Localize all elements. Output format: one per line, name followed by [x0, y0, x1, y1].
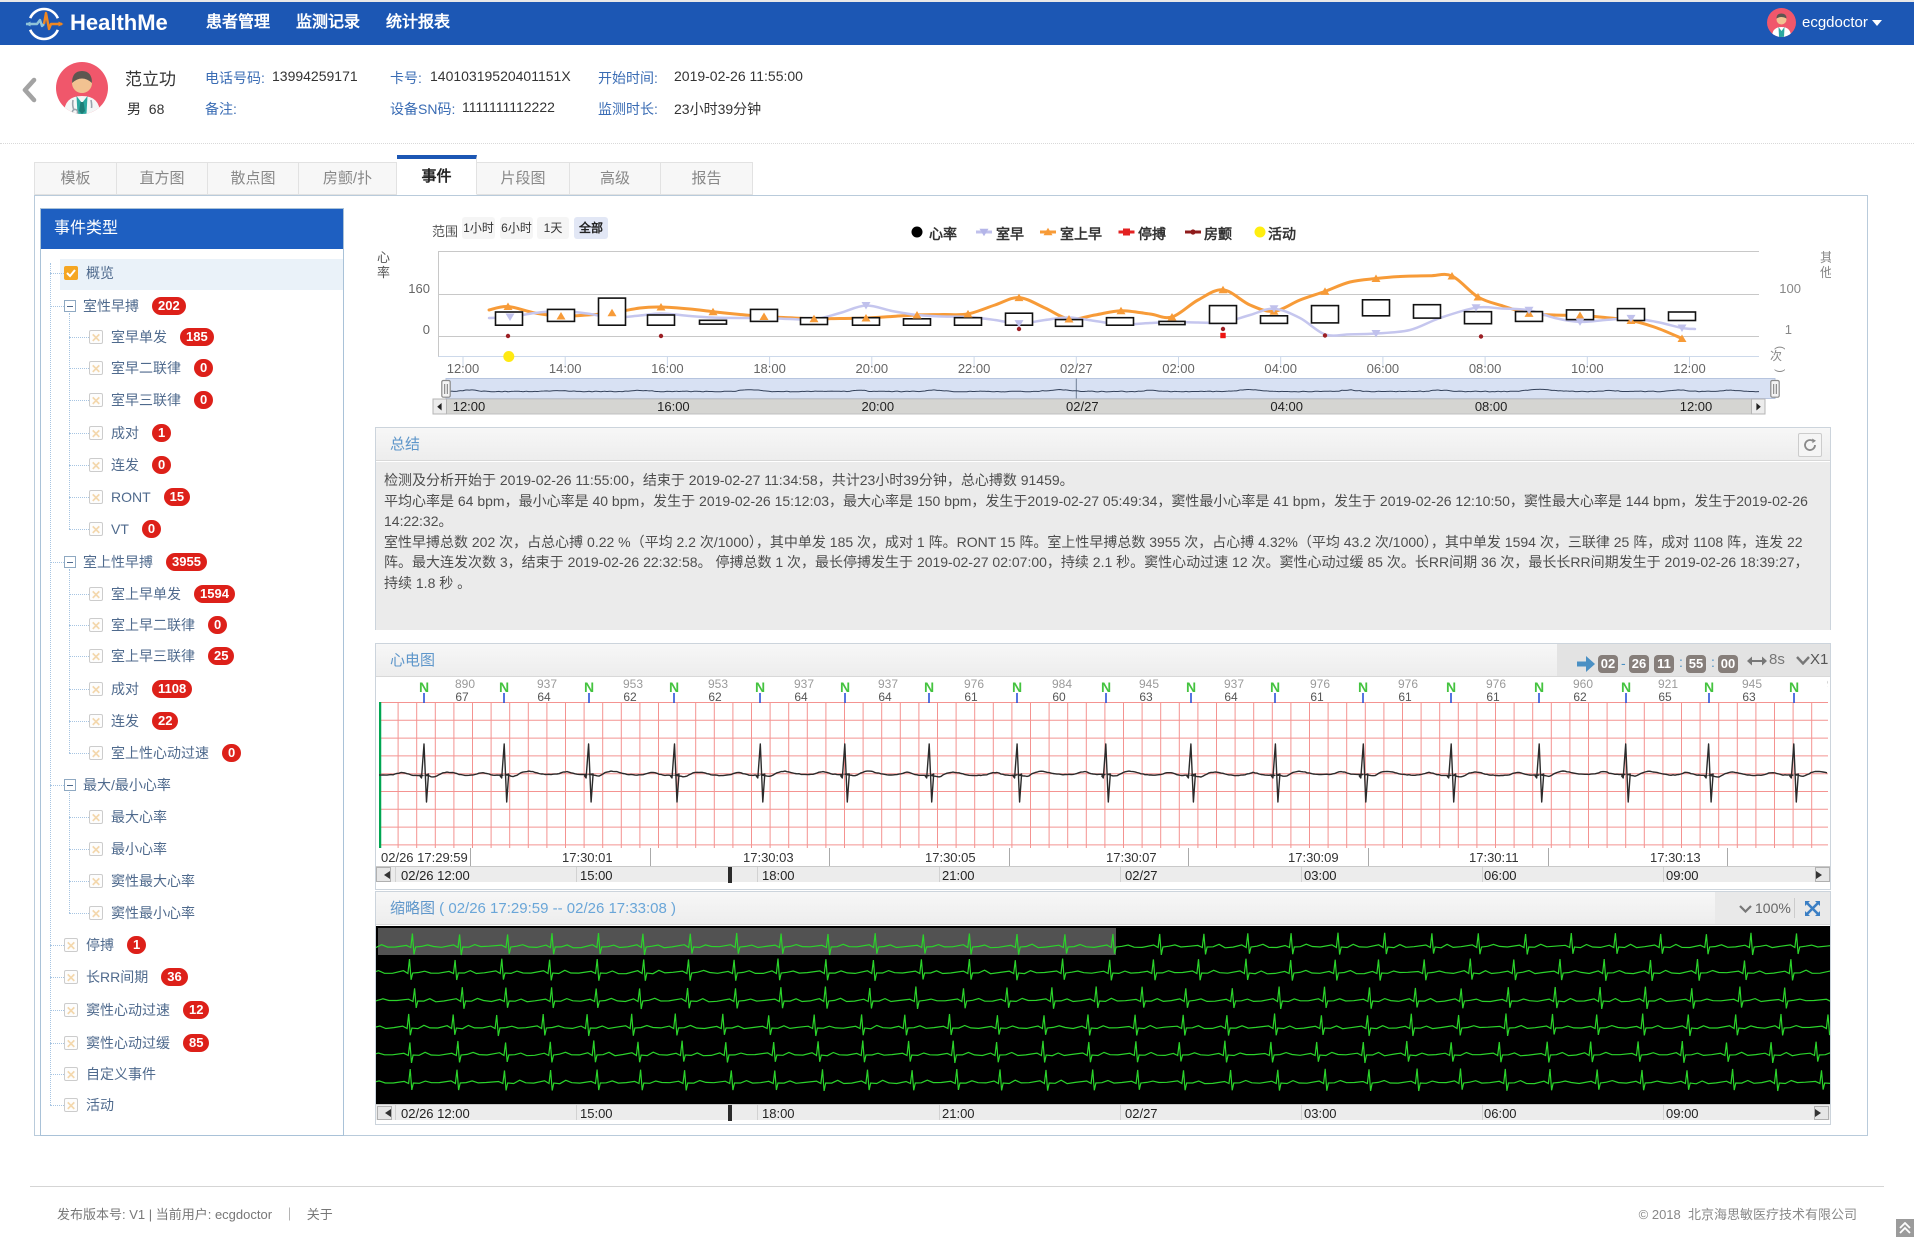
svg-text:61: 61	[1486, 690, 1500, 704]
svg-text:06:00: 06:00	[1367, 361, 1400, 376]
svg-text:953: 953	[623, 677, 643, 691]
svg-text:61: 61	[964, 690, 978, 704]
svg-text:60: 60	[1052, 690, 1066, 704]
svg-text:14:00: 14:00	[549, 361, 582, 376]
svg-text:976: 976	[1398, 677, 1418, 691]
svg-text:22:00: 22:00	[958, 361, 991, 376]
svg-text:16:00: 16:00	[651, 361, 684, 376]
svg-text:937: 937	[1224, 677, 1244, 691]
svg-text:945: 945	[1139, 677, 1159, 691]
svg-text:921: 921	[1658, 677, 1678, 691]
svg-text:64: 64	[878, 690, 892, 704]
svg-text:953: 953	[708, 677, 728, 691]
svg-text:12:00: 12:00	[1680, 399, 1713, 414]
svg-text:62: 62	[623, 690, 637, 704]
svg-text:率: 率	[377, 265, 390, 280]
svg-text:N: N	[1621, 679, 1631, 695]
svg-text:18:00: 18:00	[753, 361, 786, 376]
svg-text:12:00: 12:00	[1673, 361, 1706, 376]
svg-text:N: N	[1534, 679, 1544, 695]
svg-text:945: 945	[1742, 677, 1762, 691]
svg-text:N: N	[840, 679, 850, 695]
svg-text:63: 63	[1139, 690, 1153, 704]
svg-text:他: 他	[1820, 265, 1831, 280]
svg-text:N: N	[924, 679, 934, 695]
svg-text:62: 62	[1573, 690, 1587, 704]
svg-text:61: 61	[1310, 690, 1324, 704]
svg-text:其: 其	[1820, 250, 1831, 265]
svg-text:04:00: 04:00	[1270, 399, 1303, 414]
svg-text:N: N	[1446, 679, 1456, 695]
svg-text:04:00: 04:00	[1264, 361, 1297, 376]
svg-text:N: N	[1270, 679, 1280, 695]
svg-text:65: 65	[1658, 690, 1672, 704]
svg-text:N: N	[755, 679, 765, 695]
svg-text:61: 61	[1398, 690, 1412, 704]
svg-text:960: 960	[1573, 677, 1593, 691]
svg-text:937: 937	[794, 677, 814, 691]
svg-text:67: 67	[455, 690, 469, 704]
svg-text:N: N	[1358, 679, 1368, 695]
svg-text:次: 次	[1770, 349, 1782, 363]
svg-text:08:00: 08:00	[1469, 361, 1502, 376]
svg-text:64: 64	[794, 690, 808, 704]
svg-text:976: 976	[1310, 677, 1330, 691]
svg-text:N: N	[1012, 679, 1022, 695]
svg-text:N: N	[669, 679, 679, 695]
svg-text:1: 1	[1785, 322, 1792, 337]
svg-text:N: N	[1101, 679, 1111, 695]
svg-text:N: N	[499, 679, 509, 695]
svg-text:890: 890	[455, 677, 475, 691]
svg-text:08:00: 08:00	[1475, 399, 1508, 414]
svg-text:976: 976	[1486, 677, 1506, 691]
svg-text:02:00: 02:00	[1162, 361, 1195, 376]
svg-text:12:00: 12:00	[447, 361, 480, 376]
svg-text:160: 160	[408, 281, 430, 296]
svg-text:945: 945	[1827, 677, 1828, 691]
svg-text:937: 937	[878, 677, 898, 691]
svg-text:63: 63	[1827, 690, 1828, 704]
svg-text:N: N	[1789, 679, 1799, 695]
svg-text:N: N	[1704, 679, 1714, 695]
svg-text:100: 100	[1779, 281, 1801, 296]
svg-text:02/27: 02/27	[1060, 361, 1093, 376]
svg-text:): )	[1774, 369, 1786, 373]
svg-text:64: 64	[537, 690, 551, 704]
svg-text:976: 976	[964, 677, 984, 691]
svg-text:984: 984	[1052, 677, 1072, 691]
svg-text:12:00: 12:00	[453, 399, 486, 414]
svg-text:64: 64	[1224, 690, 1238, 704]
svg-text:63: 63	[1742, 690, 1756, 704]
svg-text:0: 0	[423, 322, 430, 337]
svg-text:心: 心	[377, 250, 390, 265]
svg-text:02/27: 02/27	[1066, 399, 1099, 414]
svg-text:16:00: 16:00	[657, 399, 690, 414]
svg-text:20:00: 20:00	[856, 361, 889, 376]
svg-text:20:00: 20:00	[862, 399, 895, 414]
svg-text:N: N	[419, 679, 429, 695]
svg-text:N: N	[584, 679, 594, 695]
svg-text:937: 937	[537, 677, 557, 691]
svg-text:10:00: 10:00	[1571, 361, 1604, 376]
svg-text:N: N	[1186, 679, 1196, 695]
svg-text:62: 62	[708, 690, 722, 704]
